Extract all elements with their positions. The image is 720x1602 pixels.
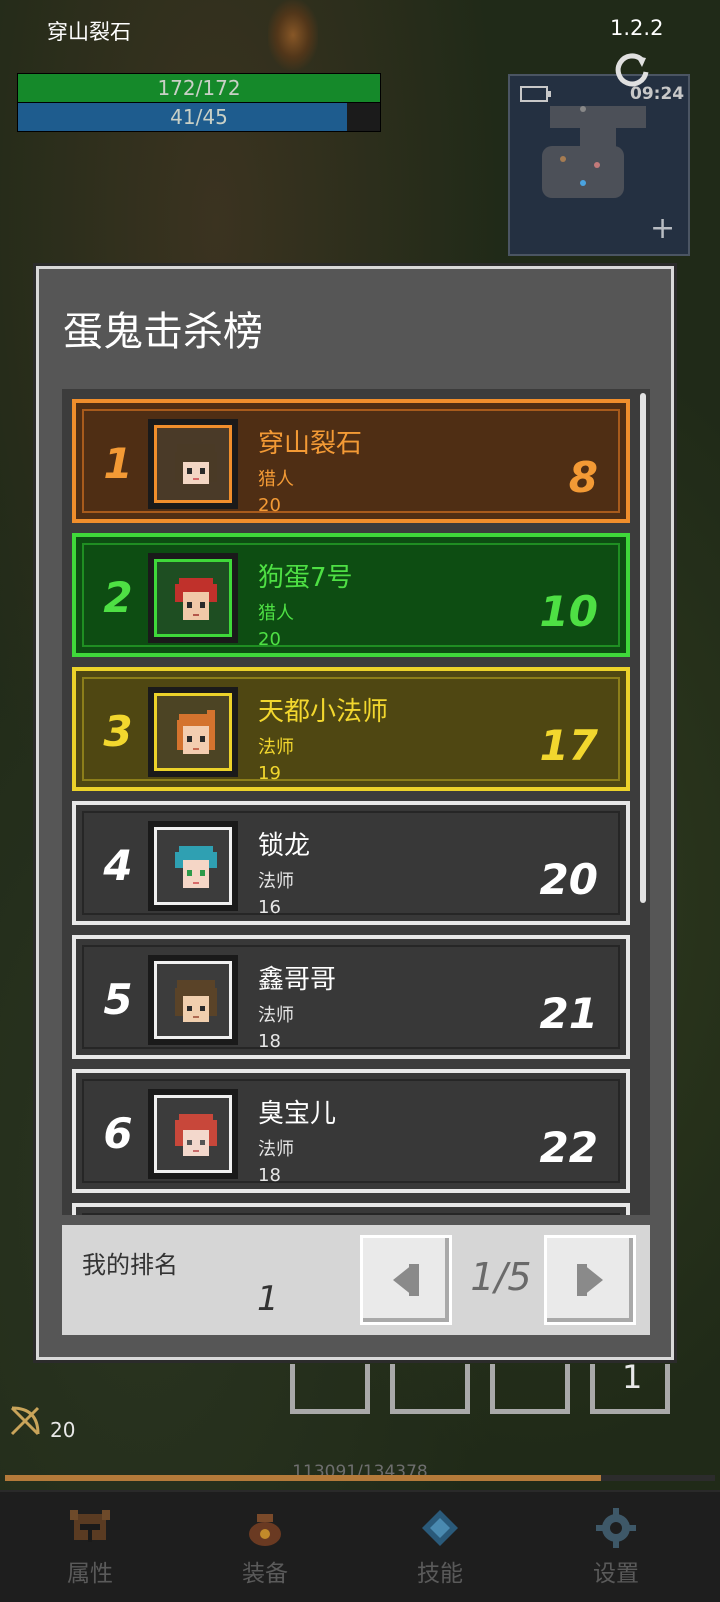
minimap-marker	[594, 162, 600, 168]
player-name: 狗蛋7号	[258, 563, 353, 593]
mage-avatar-icon	[175, 980, 217, 1022]
player-class: 猎人	[258, 603, 294, 624]
next-page-button[interactable]	[544, 1235, 636, 1325]
player-class: 法师	[258, 1139, 294, 1160]
hunter-avatar-icon	[175, 578, 217, 620]
player-level: 18	[258, 1165, 281, 1186]
avatar	[148, 687, 238, 777]
player-class: 法师	[258, 1005, 294, 1026]
minimap-marker	[560, 156, 566, 162]
kill-ranking-dialog: 蛋鬼击杀榜 1 穿山裂石 猎人 20 8 2 狗蛋7号 猎人 20 10 3 天…	[36, 266, 674, 1360]
page-indicator: 1/5	[470, 1255, 532, 1299]
my-rank-label: 我的排名	[82, 1251, 178, 1279]
nav-attributes[interactable]: 属性	[0, 1492, 180, 1602]
battery-icon	[520, 86, 551, 102]
slot-count: 1	[622, 1358, 643, 1396]
bottom-nav: 属性 装备 技能 设置	[0, 1490, 720, 1602]
kill-count: 10	[539, 587, 598, 636]
player-name: 鑫哥哥	[258, 965, 337, 995]
scrollbar[interactable]	[640, 393, 646, 903]
nav-label: 装备	[242, 1561, 288, 1587]
player-level: 20	[258, 495, 281, 516]
rank-number: 6	[103, 1109, 133, 1158]
nav-label: 设置	[593, 1561, 639, 1587]
my-rank-panel: 我的排名 1 1/5	[62, 1225, 650, 1335]
crystal-icon	[422, 1510, 458, 1546]
ammo-count: 20	[50, 1418, 76, 1442]
player-name: 臭宝儿	[258, 1099, 337, 1129]
helmet-icon	[70, 1510, 110, 1542]
bow-icon	[10, 1406, 40, 1436]
kill-count: 22	[539, 1123, 598, 1172]
prev-page-button[interactable]	[360, 1235, 452, 1325]
exp-fill	[5, 1475, 602, 1481]
minimap-room	[550, 106, 646, 128]
player-name: 穿山裂石	[258, 429, 363, 459]
mage-avatar-icon	[175, 846, 217, 888]
avatar	[148, 553, 238, 643]
ranking-row[interactable]: 2 狗蛋7号 猎人 20 10	[72, 533, 630, 657]
minimap-expand-icon[interactable]: +	[650, 214, 675, 244]
ranking-row[interactable]: 6 臭宝儿 法师 18 22	[72, 1069, 630, 1193]
minimap-room	[542, 146, 624, 198]
player-level: 20	[258, 629, 281, 650]
hp-bar: 172/172	[17, 73, 381, 103]
ranking-row[interactable]	[72, 1203, 630, 1215]
skill-slot[interactable]	[390, 1364, 470, 1414]
hunter-avatar-icon	[175, 444, 217, 484]
kill-count: 8	[568, 453, 598, 502]
player-level: 18	[258, 1031, 281, 1052]
refresh-icon[interactable]	[612, 50, 652, 90]
nav-settings[interactable]: 设置	[526, 1492, 706, 1602]
ranking-list[interactable]: 1 穿山裂石 猎人 20 8 2 狗蛋7号 猎人 20 10 3 天都小法师 法…	[62, 389, 650, 1215]
version-label: 1.2.2	[610, 16, 664, 40]
kill-count: 17	[539, 721, 598, 770]
mp-text: 41/45	[170, 105, 228, 129]
avatar	[148, 1089, 238, 1179]
mage-avatar-icon	[177, 710, 215, 754]
player-name: 穿山裂石	[47, 20, 131, 44]
exp-bar	[5, 1475, 715, 1481]
ranking-row[interactable]: 5 鑫哥哥 法师 18 21	[72, 935, 630, 1059]
player-name: 天都小法师	[258, 697, 389, 727]
ranking-row[interactable]: 4 锁龙 法师 16 20	[72, 801, 630, 925]
player-class: 猎人	[258, 469, 294, 490]
nav-label: 属性	[67, 1561, 113, 1587]
rank-number: 5	[103, 975, 133, 1024]
my-rank-value: 1	[257, 1279, 279, 1319]
minimap-player-marker	[580, 180, 586, 186]
rank-number: 1	[103, 439, 133, 488]
nav-equipment[interactable]: 装备	[175, 1492, 355, 1602]
player-name: 锁龙	[258, 831, 311, 861]
avatar	[148, 821, 238, 911]
dialog-title: 蛋鬼击杀榜	[63, 309, 263, 355]
avatar	[148, 955, 238, 1045]
kill-count: 21	[539, 989, 598, 1038]
player-class: 法师	[258, 871, 294, 892]
player-level: 19	[258, 763, 281, 784]
bag-icon	[249, 1514, 281, 1546]
ranking-row[interactable]: 3 天都小法师 法师 19 17	[72, 667, 630, 791]
player-class: 法师	[258, 737, 294, 758]
rank-number: 4	[103, 841, 133, 890]
arrow-left-icon	[393, 1264, 419, 1296]
avatar	[148, 419, 238, 509]
kill-count: 20	[539, 855, 598, 904]
hp-text: 172/172	[157, 76, 241, 100]
minimap-marker	[580, 106, 586, 112]
torch-glow	[268, 0, 318, 70]
row-frame	[82, 1213, 620, 1215]
ranking-row[interactable]: 1 穿山裂石 猎人 20 8	[72, 399, 630, 523]
skill-slot[interactable]	[490, 1364, 570, 1414]
rank-number: 3	[103, 707, 133, 756]
nav-label: 技能	[417, 1561, 463, 1587]
player-level: 16	[258, 897, 281, 918]
skill-slot[interactable]	[290, 1364, 370, 1414]
arrow-right-icon	[577, 1264, 603, 1296]
nav-skills[interactable]: 技能	[350, 1492, 530, 1602]
mp-bar: 41/45	[17, 102, 381, 132]
rank-number: 2	[103, 573, 133, 622]
mage-avatar-icon	[175, 1114, 217, 1156]
gear-icon	[596, 1508, 636, 1548]
